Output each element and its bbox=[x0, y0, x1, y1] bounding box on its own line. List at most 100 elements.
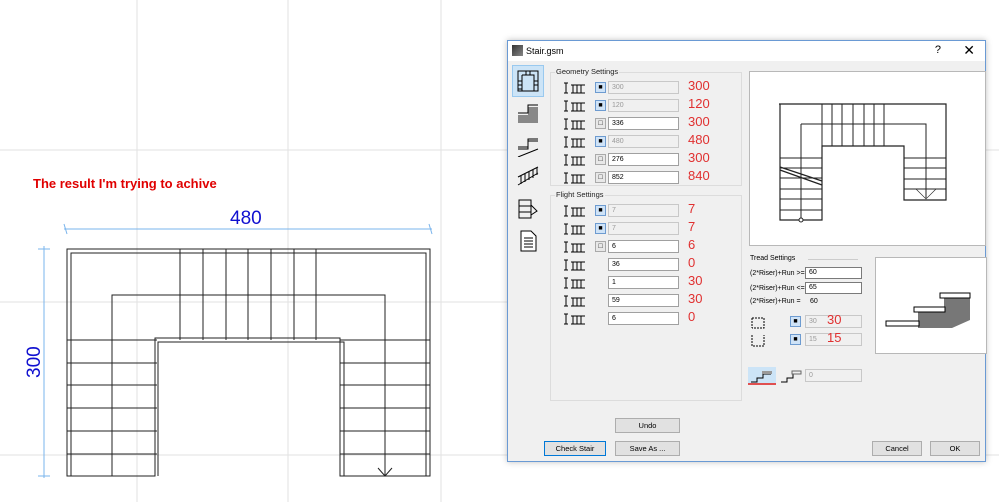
tread-count-icon bbox=[564, 223, 585, 235]
setting-row: ■ 7 7 bbox=[563, 201, 743, 218]
annotation-value: 300 bbox=[688, 78, 710, 93]
flight-settings-label: Flight Settings bbox=[555, 190, 605, 199]
flight-settings-group: Flight Settings ■ 7 7 ■ 7 7 □ 6 6 36 0 1 30 59 30 6 0 bbox=[550, 190, 743, 401]
landing-icon bbox=[517, 138, 539, 157]
nosing-style-2-button[interactable] bbox=[778, 367, 804, 385]
setting-row: ■ 7 7 bbox=[563, 219, 743, 236]
geometry-settings-group: Geometry Settings ■ 300 300 ■ 120 120 □ 336 300 ■… bbox=[550, 67, 743, 186]
tread-profile-drawing bbox=[885, 292, 971, 328]
min-rule-input[interactable]: 60 bbox=[805, 267, 862, 279]
annotation-value: 6 bbox=[688, 237, 696, 252]
riser-height-annotation: 15 bbox=[827, 330, 842, 345]
setting-input[interactable]: 59 bbox=[608, 294, 679, 307]
eq-rule-label: (2*Riser)+Run = bbox=[750, 298, 801, 305]
annotation-value: 7 bbox=[688, 219, 696, 234]
close-button[interactable]: ✕ bbox=[963, 42, 975, 59]
setting-input[interactable]: 120 bbox=[608, 99, 679, 112]
start-step-icon bbox=[564, 277, 585, 289]
unlock-icon[interactable]: □ bbox=[595, 241, 606, 252]
stair-plan-icon bbox=[517, 70, 539, 92]
tread-settings-label: Tread Settings bbox=[750, 255, 796, 262]
setting-input[interactable]: 276 bbox=[608, 153, 679, 166]
walkline-length-icon bbox=[564, 172, 585, 184]
riser-height-icon bbox=[751, 335, 765, 347]
setting-input[interactable]: 336 bbox=[608, 117, 679, 130]
tab-structure[interactable] bbox=[512, 97, 544, 129]
setting-row: ■ 480 480 bbox=[563, 132, 743, 149]
annotation-value: 30 bbox=[688, 273, 703, 288]
eq-rule-value: 60 bbox=[810, 298, 818, 305]
stair-section-icon bbox=[518, 104, 538, 123]
annotation-value: 840 bbox=[688, 168, 710, 183]
app-icon bbox=[512, 45, 523, 56]
setting-row: ■ 300 300 bbox=[563, 78, 743, 95]
dimension-lines bbox=[38, 223, 433, 478]
landing-depth-icon bbox=[564, 154, 585, 166]
tab-listing[interactable] bbox=[512, 225, 544, 257]
nosing-input[interactable]: 0 bbox=[805, 369, 862, 382]
stair-dialog: Stair.gsm ? ✕ Geometry Settings ■ 300 300 ■… bbox=[507, 40, 987, 462]
setting-row: 1 30 bbox=[563, 273, 743, 290]
lock-icon[interactable]: ■ bbox=[595, 223, 606, 234]
unlock-icon[interactable]: □ bbox=[595, 118, 606, 129]
plan-preview bbox=[749, 71, 986, 246]
setting-input[interactable]: 7 bbox=[608, 204, 679, 217]
lock-icon[interactable]: ■ bbox=[595, 100, 606, 111]
undo-button[interactable]: Undo bbox=[615, 418, 680, 433]
setting-input[interactable]: 7 bbox=[608, 222, 679, 235]
annotation-value: 300 bbox=[688, 150, 710, 165]
dialog-title: Stair.gsm bbox=[526, 46, 564, 56]
geometry-settings-label: Geometry Settings bbox=[555, 67, 620, 76]
max-rule-input[interactable]: 65 bbox=[805, 282, 862, 294]
setting-row: 60 bbox=[563, 309, 743, 326]
setting-row: 59 30 bbox=[563, 291, 743, 308]
tread-depth-row: ■ 30 30 bbox=[750, 312, 870, 329]
nosing-style-1-button[interactable] bbox=[748, 367, 776, 385]
lock-icon[interactable]: ■ bbox=[595, 82, 606, 93]
check-stair-button[interactable]: Check Stair bbox=[544, 441, 606, 456]
offset-icon bbox=[564, 259, 585, 271]
tab-symbol[interactable] bbox=[512, 193, 544, 225]
setting-input[interactable]: 300 bbox=[608, 81, 679, 94]
cancel-button[interactable]: Cancel bbox=[872, 441, 922, 456]
lock-icon[interactable]: ■ bbox=[790, 316, 801, 327]
setting-row: □ 336 300 bbox=[563, 114, 743, 131]
annotation-value: 300 bbox=[688, 114, 710, 129]
stair-width-icon bbox=[564, 100, 585, 112]
max-rule-label: (2*Riser)+Run <= bbox=[750, 285, 805, 292]
ok-button[interactable]: OK bbox=[930, 441, 980, 456]
unlock-icon[interactable]: □ bbox=[595, 154, 606, 165]
setting-input[interactable]: 852 bbox=[608, 171, 679, 184]
setting-row: □ 852 840 bbox=[563, 168, 743, 185]
annotation-value: 120 bbox=[688, 96, 710, 111]
setting-input[interactable]: 6 bbox=[608, 312, 679, 325]
nosing-stair-icon bbox=[751, 371, 772, 383]
document-icon bbox=[520, 230, 537, 252]
stair-height-icon bbox=[564, 82, 585, 94]
setting-input[interactable]: 6 bbox=[608, 240, 679, 253]
setting-input[interactable]: 480 bbox=[608, 135, 679, 148]
tab-geometry[interactable] bbox=[512, 65, 544, 97]
lock-icon[interactable]: ■ bbox=[595, 136, 606, 147]
annotation-value: 30 bbox=[688, 291, 703, 306]
unlock-icon[interactable]: □ bbox=[595, 172, 606, 183]
flight-length-icon bbox=[564, 118, 585, 130]
tab-landing[interactable] bbox=[512, 129, 544, 161]
save-as-button[interactable]: Save As ... bbox=[615, 441, 680, 456]
setting-row: ■ 120 120 bbox=[563, 96, 743, 113]
setting-row: 36 0 bbox=[563, 255, 743, 272]
lock-icon[interactable]: ■ bbox=[595, 205, 606, 216]
riser-count-icon bbox=[564, 205, 585, 217]
stair-plan bbox=[66, 248, 431, 477]
annotation-note: The result I'm trying to achive bbox=[33, 176, 217, 191]
help-button[interactable]: ? bbox=[935, 44, 941, 56]
nosing-stair-alt-icon bbox=[781, 370, 802, 383]
tread-depth-icon bbox=[751, 317, 765, 329]
winder-count-icon bbox=[564, 241, 585, 253]
setting-input[interactable]: 1 bbox=[608, 276, 679, 289]
tab-railing[interactable] bbox=[512, 161, 544, 193]
setting-input[interactable]: 36 bbox=[608, 258, 679, 271]
symbol-icon bbox=[518, 199, 538, 219]
lock-icon[interactable]: ■ bbox=[790, 334, 801, 345]
annotation-value: 0 bbox=[688, 255, 696, 270]
